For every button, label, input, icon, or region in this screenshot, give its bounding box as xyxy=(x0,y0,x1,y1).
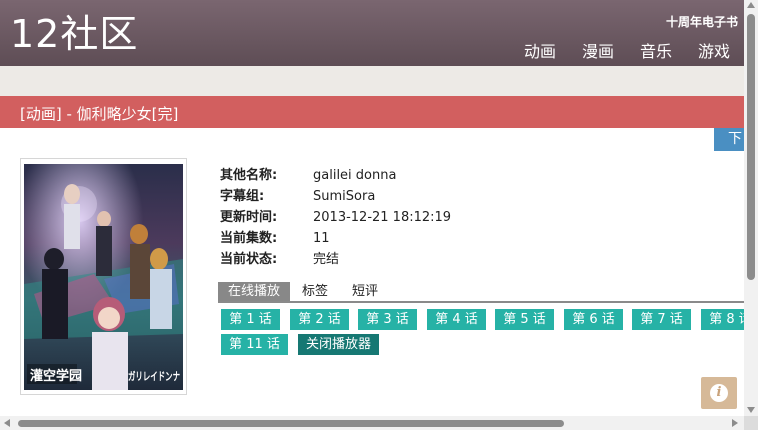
episode-button[interactable]: 第 4 话 xyxy=(427,309,486,330)
info-row-alt-name: 其他名称: galilei donna xyxy=(220,165,451,186)
main-nav: 动画 漫画 音乐 游戏 xyxy=(524,38,730,62)
info-key: 字幕组: xyxy=(220,189,265,204)
info-key: 当前状态: xyxy=(220,252,278,267)
horizontal-scroll-thumb[interactable] xyxy=(18,420,564,427)
tab-tags[interactable]: 标签 xyxy=(290,282,340,301)
title-bar: [动画] - 伽利略少女[完] xyxy=(0,96,744,128)
info-value: 完结 xyxy=(313,252,340,267)
episode-button[interactable]: 第 8 话 xyxy=(701,309,744,330)
content-tabs: 在线播放 标签 短评 xyxy=(218,282,744,303)
info-value: SumiSora xyxy=(313,189,376,204)
info-value: 2013-12-21 18:12:19 xyxy=(313,210,452,225)
page-title: [动画] - 伽利略少女[完] xyxy=(20,105,179,123)
tab-reviews[interactable]: 短评 xyxy=(340,282,390,301)
nav-music[interactable]: 音乐 xyxy=(640,38,672,62)
poster-frame: 灌空学园 ガリレイドンナ xyxy=(20,158,187,395)
info-key: 更新时间: xyxy=(220,210,278,225)
ebook-link[interactable]: 十周年电子书 xyxy=(666,13,738,30)
nav-games[interactable]: 游戏 xyxy=(698,38,730,62)
scroll-down-arrow-icon[interactable] xyxy=(747,407,755,413)
info-row-subtitle-group: 字幕组: SumiSora xyxy=(220,186,451,207)
episode-button[interactable]: 第 3 话 xyxy=(358,309,417,330)
nav-manga[interactable]: 漫画 xyxy=(582,38,614,62)
scroll-left-arrow-icon[interactable] xyxy=(4,419,10,427)
site-header: 12社区 十周年电子书 动画 漫画 音乐 游戏 xyxy=(0,0,744,66)
scroll-right-arrow-icon[interactable] xyxy=(732,419,738,427)
info-list: 其他名称: galilei donna 字幕组: SumiSora 更新时间: … xyxy=(220,165,451,270)
info-row-updated: 更新时间: 2013-12-21 18:12:19 xyxy=(220,207,451,228)
info-row-episode-count: 当前集数: 11 xyxy=(220,228,451,249)
episode-button[interactable]: 第 6 话 xyxy=(564,309,623,330)
episode-button[interactable]: 第 11 话 xyxy=(221,334,288,355)
info-button[interactable]: i xyxy=(701,377,737,409)
info-key: 其他名称: xyxy=(220,168,278,183)
episode-list: 第 1 话 第 2 话 第 3 话 第 4 话 第 5 话 第 6 话 第 7 … xyxy=(221,309,744,359)
info-row-status: 当前状态: 完结 xyxy=(220,249,451,270)
episode-button[interactable]: 第 5 话 xyxy=(495,309,554,330)
tab-online-play[interactable]: 在线播放 xyxy=(218,282,291,301)
poster-image: 灌空学园 ガリレイドンナ xyxy=(24,164,183,390)
header-band xyxy=(0,66,744,96)
vertical-scroll-thumb[interactable] xyxy=(747,14,755,280)
info-value: galilei donna xyxy=(313,168,397,183)
close-player-button[interactable]: 关闭播放器 xyxy=(298,334,379,355)
episode-button[interactable]: 第 1 话 xyxy=(221,309,280,330)
poster-logo-left: 灌空学园 xyxy=(30,368,82,384)
poster-logo-right: ガリレイドンナ xyxy=(128,369,180,383)
scroll-up-arrow-icon[interactable] xyxy=(747,2,755,8)
info-icon: i xyxy=(710,384,728,402)
info-value: 11 xyxy=(313,231,330,246)
nav-anime[interactable]: 动画 xyxy=(524,38,556,62)
episode-button[interactable]: 第 2 话 xyxy=(290,309,349,330)
download-button[interactable]: 下 xyxy=(714,128,744,151)
episode-button[interactable]: 第 7 话 xyxy=(632,309,691,330)
info-key: 当前集数: xyxy=(220,231,278,246)
scrollbar-corner xyxy=(744,416,758,430)
site-logo[interactable]: 12社区 xyxy=(10,12,138,56)
